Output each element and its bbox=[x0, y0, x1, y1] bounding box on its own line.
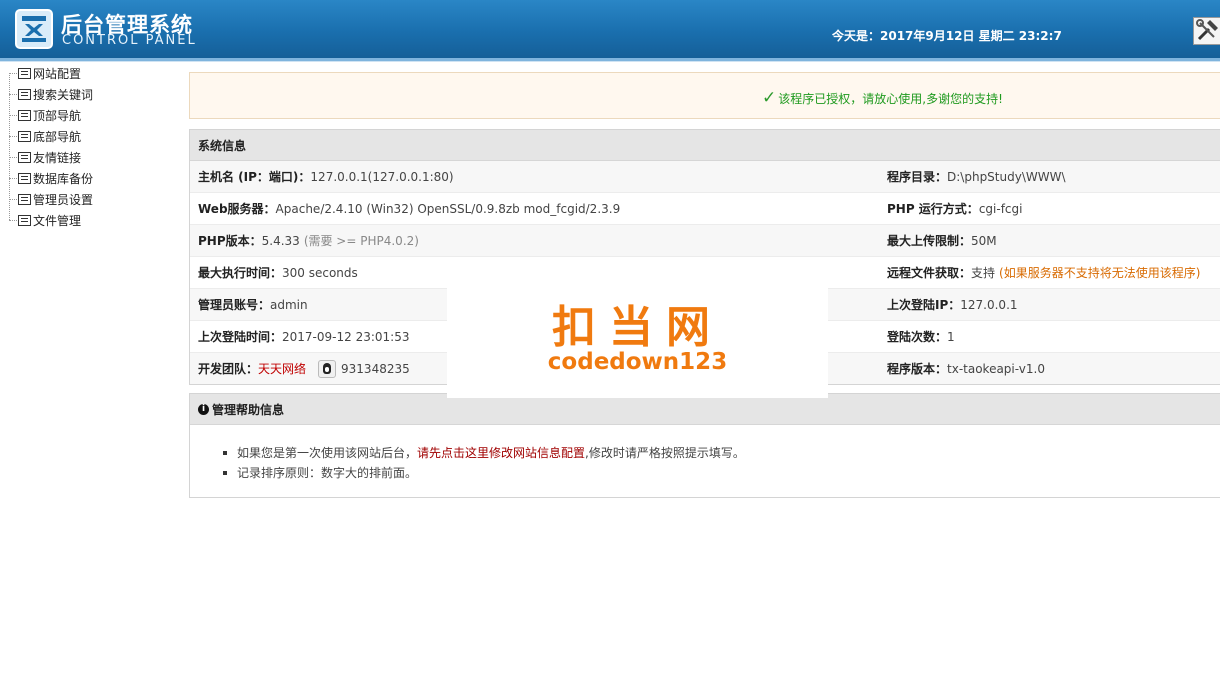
last-login-ip-value: 127.0.0.1 bbox=[960, 297, 1018, 312]
panel-title: 系统信息 bbox=[190, 130, 1220, 161]
dir-value: D:\phpStudy\WWW\ bbox=[947, 169, 1066, 184]
info-row: Web服务器： Apache/2.4.10 (Win32) OpenSSL/0.9… bbox=[190, 193, 1220, 225]
php-mode-value: cgi-fcgi bbox=[978, 201, 1023, 216]
dev-team-label: 开发团队： bbox=[198, 362, 259, 376]
document-icon bbox=[18, 194, 31, 205]
sidebar-item-top-nav[interactable]: 顶部导航 bbox=[9, 105, 81, 126]
document-icon bbox=[18, 152, 31, 163]
sidebar-item-bottom-nav[interactable]: 底部导航 bbox=[9, 126, 81, 147]
help-panel-header: i 管理帮助信息 bbox=[190, 394, 1220, 425]
qq-penguin-icon[interactable] bbox=[318, 359, 337, 378]
watermark-overlay: 扣当网 codedown123 bbox=[447, 283, 828, 398]
program-version-label: 程序版本： bbox=[887, 362, 948, 376]
web-server-value: Apache/2.4.10 (Win32) OpenSSL/0.9.8zb mo… bbox=[275, 201, 621, 216]
document-icon bbox=[18, 215, 31, 226]
sidebar-item-admin-settings[interactable]: 管理员设置 bbox=[9, 189, 93, 210]
sidebar-item-label: 友情链接 bbox=[33, 151, 82, 165]
list-item: 记录排序原则：数字大的排前面。 bbox=[223, 463, 1220, 483]
php-version-value: 5.4.33 bbox=[261, 233, 300, 248]
qq-number: 931348235 bbox=[341, 361, 410, 376]
last-login-time-label: 上次登陆时间： bbox=[198, 330, 283, 344]
dev-team-link[interactable]: 天天网络 bbox=[258, 360, 306, 377]
host-label: 主机名 (IP：端口)： bbox=[198, 170, 311, 184]
top-header: 后台管理系统 CONTROL PANEL 今天是：2017年9月12日 星期二 … bbox=[0, 0, 1220, 58]
checkmark-icon: ✓ bbox=[762, 88, 777, 108]
document-icon bbox=[18, 110, 31, 121]
sidebar-item-label: 数据库备份 bbox=[33, 172, 94, 186]
tools-button[interactable] bbox=[1193, 17, 1220, 45]
list-item: 如果您是第一次使用该网站后台，请先点击这里修改网站信息配置,修改时请严格按照提示… bbox=[223, 443, 1220, 463]
host-value: 127.0.0.1(127.0.0.1:80) bbox=[310, 169, 454, 184]
sidebar-item-label: 文件管理 bbox=[33, 214, 82, 228]
watermark-cn: 扣当网 bbox=[552, 302, 723, 353]
tools-icon bbox=[1196, 19, 1218, 41]
help-list: 如果您是第一次使用该网站后台，请先点击这里修改网站信息配置,修改时请严格按照提示… bbox=[190, 425, 1220, 497]
document-icon bbox=[18, 89, 31, 100]
document-icon bbox=[18, 131, 31, 142]
program-version-value: tx-taokeapi-v1.0 bbox=[947, 361, 1045, 376]
sidebar-item-label: 搜索关键词 bbox=[33, 88, 94, 102]
exec-time-label: 最大执行时间： bbox=[198, 266, 283, 280]
remote-fetch-note: (如果服务器不支持将无法使用该程序) bbox=[999, 266, 1201, 280]
upload-limit-label: 最大上传限制： bbox=[887, 234, 972, 248]
help-item-text: 记录排序原则：数字大的排前面。 bbox=[237, 466, 418, 480]
info-row: PHP版本： 5.4.33 (需要 >= PHP4.0.2) 最大上传限制： 50M bbox=[190, 225, 1220, 257]
notice-text: 该程序已授权，请放心使用,多谢您的支持! bbox=[778, 91, 1003, 106]
help-item-text: ,修改时请严格按照提示填写。 bbox=[585, 446, 745, 460]
license-notice: ✓ 该程序已授权，请放心使用,多谢您的支持! bbox=[189, 72, 1220, 119]
x-badge-logo-icon bbox=[15, 9, 53, 49]
sidebar-item-site-config[interactable]: 网站配置 bbox=[9, 63, 81, 84]
help-item-text: 如果您是第一次使用该网站后台， bbox=[237, 446, 418, 460]
current-datetime: 今天是：2017年9月12日 星期二 23:2:7 bbox=[832, 29, 1062, 43]
sidebar-item-friend-links[interactable]: 友情链接 bbox=[9, 147, 81, 168]
header-divider-light bbox=[0, 61, 1220, 62]
sidebar-item-label: 管理员设置 bbox=[33, 193, 94, 207]
info-circle-icon: i bbox=[198, 403, 209, 415]
watermark-en: codedown123 bbox=[547, 349, 728, 375]
sidebar-item-search-keywords[interactable]: 搜索关键词 bbox=[9, 84, 93, 105]
php-version-label: PHP版本： bbox=[198, 234, 262, 248]
login-count-label: 登陆次数： bbox=[887, 330, 948, 344]
remote-fetch-value: 支持 bbox=[971, 266, 996, 280]
sidebar-item-db-backup[interactable]: 数据库备份 bbox=[9, 168, 93, 189]
info-row: 主机名 (IP：端口)： 127.0.0.1(127.0.0.1:80) 程序目录… bbox=[190, 161, 1220, 193]
document-icon bbox=[18, 173, 31, 184]
app-subtitle: CONTROL PANEL bbox=[62, 33, 197, 48]
upload-limit-value: 50M bbox=[971, 233, 997, 248]
help-panel-title: 管理帮助信息 bbox=[212, 402, 285, 417]
dir-label: 程序目录： bbox=[887, 170, 948, 184]
edit-site-config-link[interactable]: 请先点击这里修改网站信息配置 bbox=[417, 446, 585, 460]
php-version-note: (需要 >= PHP4.0.2) bbox=[303, 234, 419, 248]
sidebar-item-label: 网站配置 bbox=[33, 67, 82, 81]
remote-fetch-label: 远程文件获取： bbox=[887, 266, 972, 280]
sidebar-item-file-manager[interactable]: 文件管理 bbox=[9, 210, 81, 231]
exec-time-value: 300 seconds bbox=[282, 265, 358, 280]
login-count-value: 1 bbox=[947, 329, 955, 344]
php-mode-label: PHP 运行方式： bbox=[887, 202, 979, 216]
help-info-panel: i 管理帮助信息 如果您是第一次使用该网站后台，请先点击这里修改网站信息配置,修… bbox=[189, 393, 1220, 498]
sidebar-item-label: 底部导航 bbox=[33, 130, 82, 144]
web-server-label: Web服务器： bbox=[198, 202, 276, 216]
sidebar-item-label: 顶部导航 bbox=[33, 109, 82, 123]
document-icon bbox=[18, 68, 31, 79]
admin-account-label: 管理员账号： bbox=[198, 298, 271, 312]
last-login-ip-label: 上次登陆IP： bbox=[887, 298, 961, 312]
admin-account-value: admin bbox=[270, 297, 308, 312]
last-login-time-value: 2017-09-12 23:01:53 bbox=[282, 329, 410, 344]
